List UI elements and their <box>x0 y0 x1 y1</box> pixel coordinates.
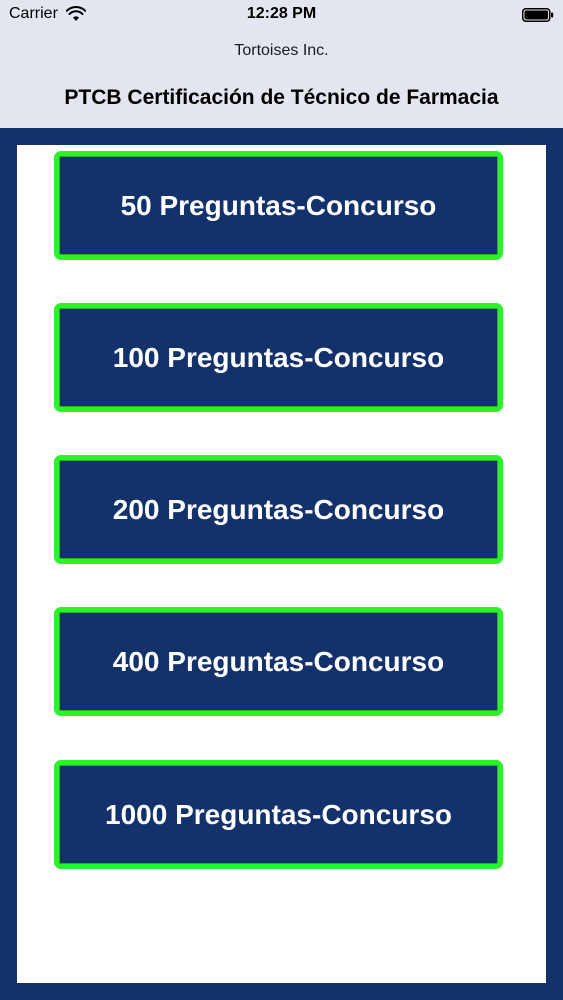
quiz-list-panel: 50 Preguntas-Concurso 100 Preguntas-Conc… <box>17 145 546 983</box>
company-name: Tortoises Inc. <box>234 42 329 59</box>
quiz-100-button[interactable]: 100 Preguntas-Concurso <box>54 303 503 412</box>
quiz-200-button[interactable]: 200 Preguntas-Concurso <box>54 455 503 564</box>
quiz-50-button[interactable]: 50 Preguntas-Concurso <box>54 151 503 260</box>
header-area: Carrier 12:28 PM Tortoises Inc. PTCB Cer… <box>0 0 563 128</box>
quiz-400-button[interactable]: 400 Preguntas-Concurso <box>54 607 503 716</box>
status-bar: Carrier 12:28 PM <box>0 0 563 30</box>
page-title: PTCB Certificación de Técnico de Farmaci… <box>64 86 499 109</box>
battery-icon <box>522 8 554 22</box>
quiz-1000-button[interactable]: 1000 Preguntas-Concurso <box>54 760 503 869</box>
status-time: 12:28 PM <box>246 5 317 22</box>
